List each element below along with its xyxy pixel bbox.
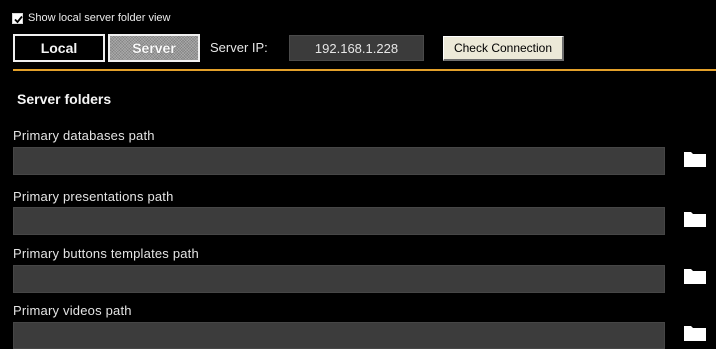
buttons-templates-path-input[interactable] bbox=[13, 265, 665, 293]
section-title: Server folders bbox=[17, 91, 112, 107]
show-local-checkbox[interactable] bbox=[12, 12, 23, 24]
check-connection-button[interactable]: Check Connection bbox=[443, 36, 564, 61]
folder-icon[interactable] bbox=[683, 150, 707, 168]
local-button[interactable]: Local bbox=[13, 34, 105, 62]
folder-icon[interactable] bbox=[683, 324, 707, 342]
folder-icon[interactable] bbox=[683, 210, 707, 228]
presentations-path-label: Primary presentations path bbox=[13, 189, 174, 204]
buttons-templates-path-label: Primary buttons templates path bbox=[13, 246, 199, 261]
databases-path-label: Primary databases path bbox=[13, 128, 155, 143]
presentations-path-input[interactable] bbox=[13, 207, 665, 235]
server-ip-input[interactable]: 192.168.1.228 bbox=[289, 35, 424, 61]
show-local-server-folder-toggle[interactable]: Show local server folder view bbox=[12, 10, 170, 26]
databases-path-input[interactable] bbox=[13, 147, 665, 175]
server-ip-label: Server IP: bbox=[210, 40, 268, 55]
show-local-label: Show local server folder view bbox=[28, 12, 171, 24]
videos-path-input[interactable] bbox=[13, 322, 665, 349]
checkmark-icon bbox=[14, 15, 23, 23]
divider bbox=[13, 69, 716, 71]
server-button[interactable]: Server bbox=[108, 34, 200, 62]
videos-path-label: Primary videos path bbox=[13, 303, 132, 318]
folder-icon[interactable] bbox=[683, 267, 707, 285]
